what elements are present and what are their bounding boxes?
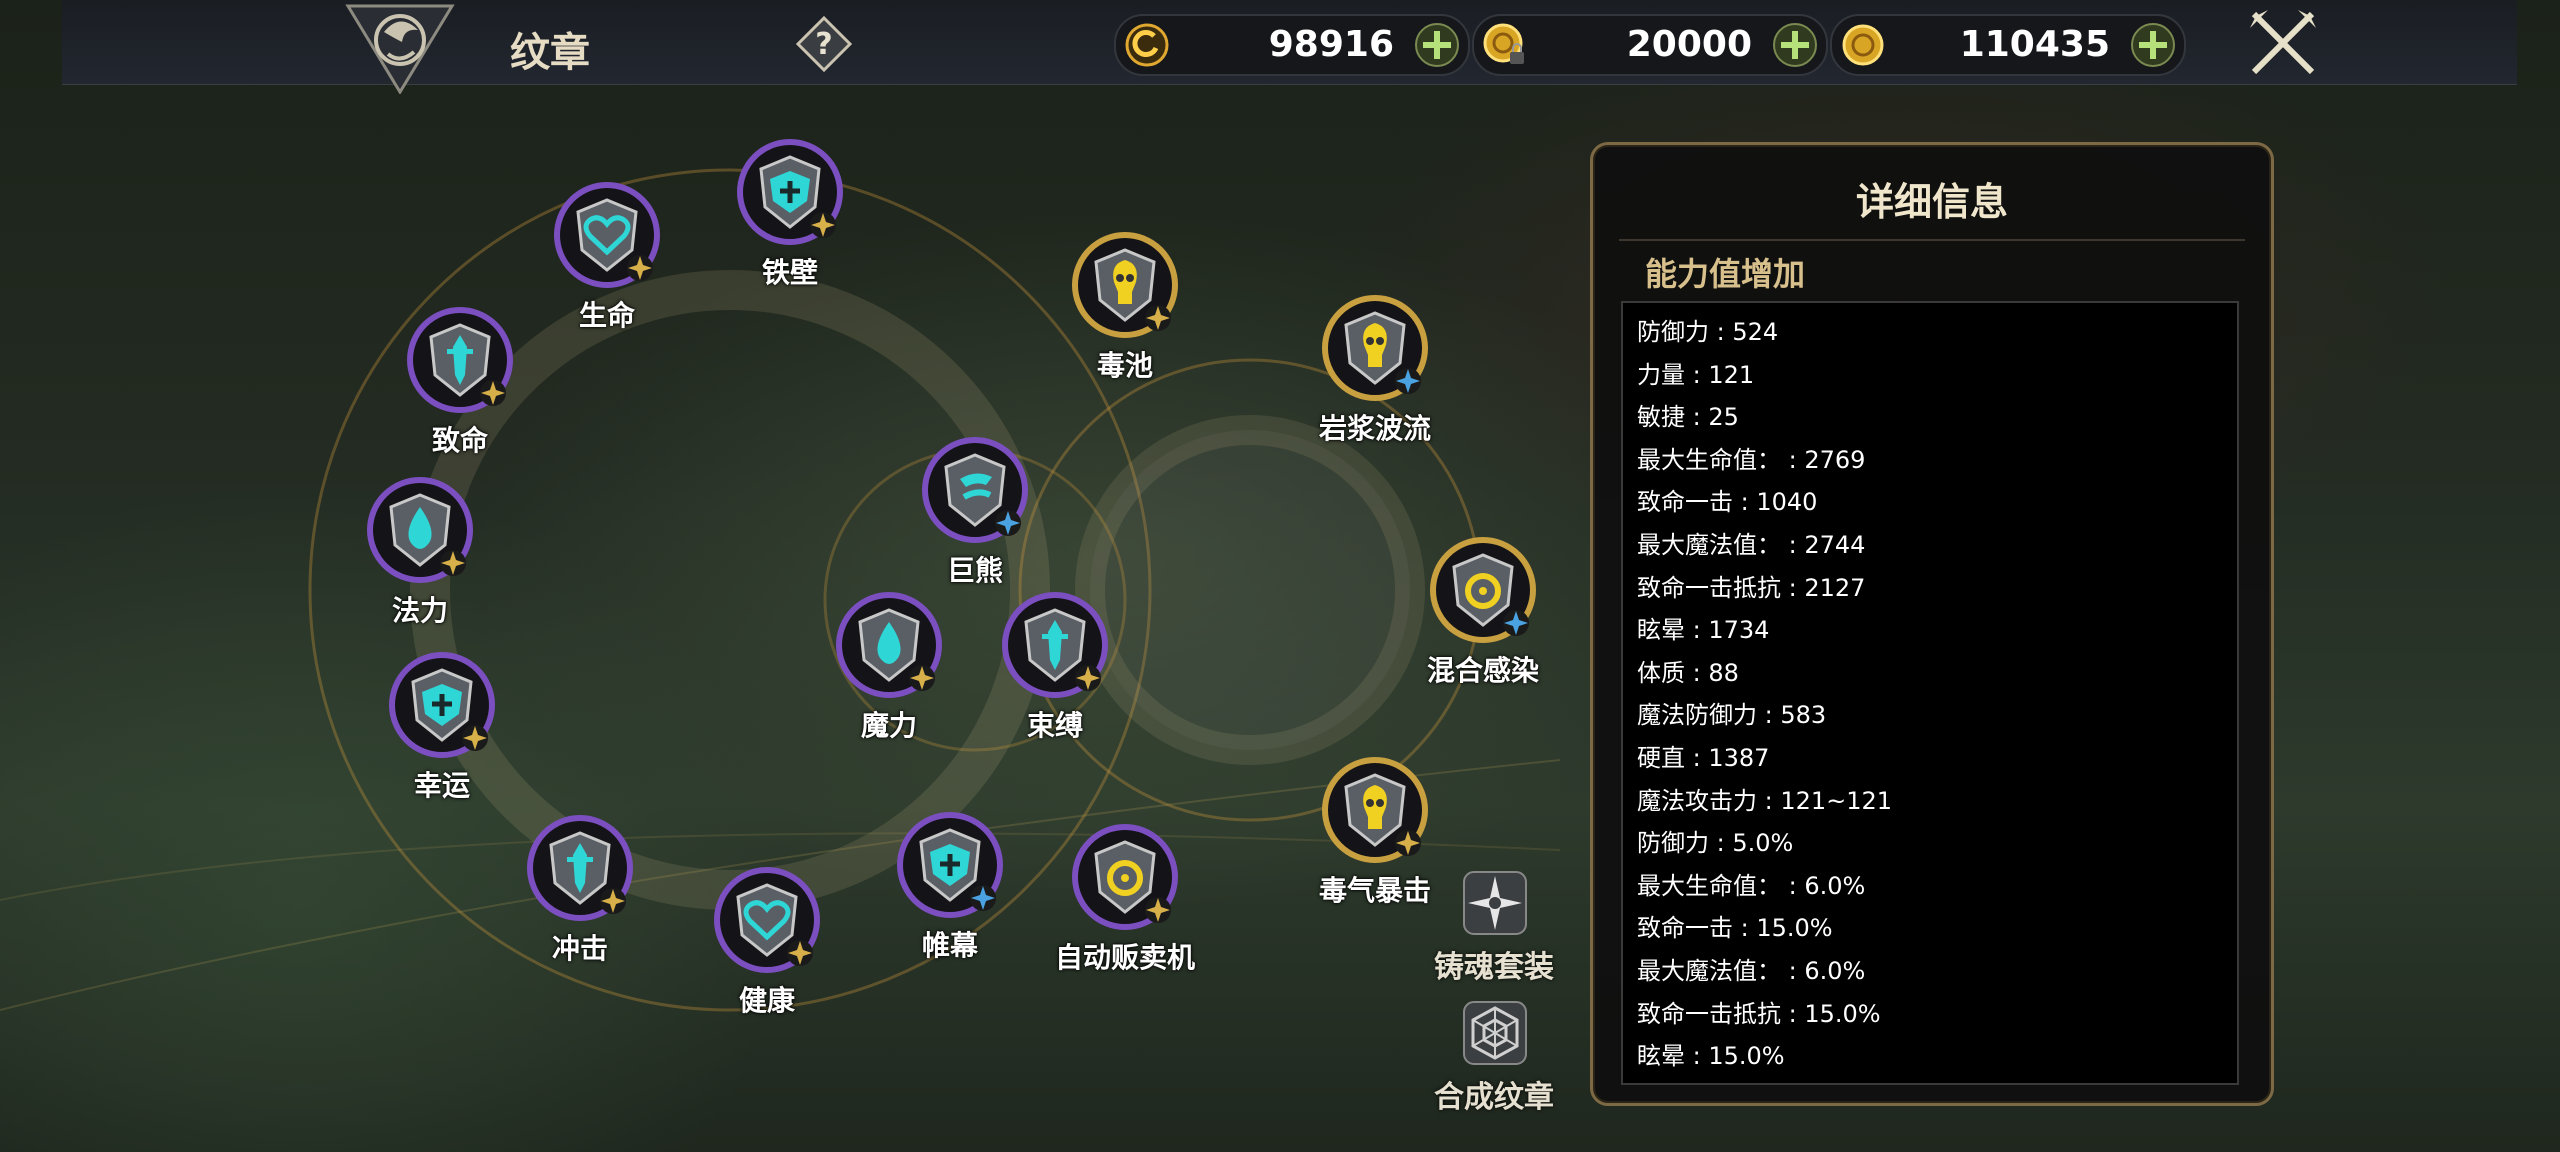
emblem-icon [1322, 757, 1428, 863]
emblem-icon [714, 867, 820, 973]
star-badge-icon [1503, 610, 1529, 636]
detail-panel: 详细信息 能力值增加 防御力 : 524 力量 : 121 敏捷 : 25 最大生命值… [1590, 142, 2274, 1106]
question-icon[interactable]: ? [796, 16, 852, 72]
page-title: 纹章 [510, 30, 590, 76]
stat-line: 防御力 : 5.0% [1637, 829, 1794, 858]
divider [1619, 239, 2245, 241]
add-currency-button[interactable] [1772, 22, 1818, 68]
combine-emblem-label: 合成纹章 [1434, 1080, 1554, 1115]
emblem-label: 混合感染 [1426, 654, 1539, 687]
star-badge-icon [1145, 305, 1171, 331]
swirl-coin-icon [1125, 23, 1169, 67]
stat-line: 最大魔法值： : 6.0% [1637, 956, 1866, 985]
emblem-label: 健康 [738, 984, 795, 1017]
panel-title: 详细信息 [1855, 180, 2008, 224]
star-badge-icon [909, 665, 935, 691]
star-badge-icon [1395, 368, 1421, 394]
emblem-label: 法力 [391, 594, 448, 627]
stat-line: 体质 : 88 [1637, 658, 1739, 687]
stats-list[interactable]: 防御力 : 524 力量 : 121 敏捷 : 25 最大生命值： : 2769 致命一… [1621, 301, 2239, 1085]
emblem-icon [1322, 295, 1428, 401]
star-badge-icon [970, 885, 996, 911]
emblem-label: 岩浆波流 [1318, 412, 1431, 445]
currency-amount: 20000 [1626, 24, 1752, 65]
emblem-icon [922, 437, 1028, 543]
emblem-icon [389, 652, 495, 758]
stat-line: 致命一击抵抗 : 2127 [1637, 573, 1866, 602]
soul-set-label: 铸魂套装 [1434, 950, 1554, 985]
currency-gold: 110435 [1830, 14, 2186, 76]
top-bar: 纹章 ? 98916 20000 110435 [62, 0, 2517, 94]
emblem-icon [367, 477, 473, 583]
emblem-icon [527, 815, 633, 921]
emblem-icon [1072, 232, 1178, 338]
emblem-label: 铁壁 [761, 256, 818, 289]
stat-line: 硬直 : 1387 [1637, 743, 1770, 772]
add-currency-button[interactable] [2130, 22, 2176, 68]
star-badge-icon [810, 212, 836, 238]
dragon-emblem-icon [345, 4, 455, 94]
stat-line: 致命一击抵抗 : 15.0% [1637, 999, 1881, 1028]
star-badge-icon [480, 380, 506, 406]
emblem-icon [554, 182, 660, 288]
emblem-label: 束缚 [1026, 709, 1083, 742]
stat-line: 最大魔法值： : 2744 [1637, 530, 1866, 559]
emblem-icon [1002, 592, 1108, 698]
emblem-icon [407, 307, 513, 413]
panel-subtitle: 能力值增加 [1645, 255, 1806, 293]
stat-line: 魔法攻击力 : 121~121 [1637, 786, 1893, 815]
currency-amount: 110435 [1959, 24, 2110, 65]
star-badge-icon [440, 550, 466, 576]
stat-line: 最大生命值： : 6.0% [1637, 871, 1866, 900]
emblem-label: 致命 [431, 424, 488, 457]
star-badge-icon [627, 255, 653, 281]
star-badge-icon [995, 510, 1021, 536]
emblem-label: 冲击 [551, 932, 608, 965]
emblem-icon [1430, 537, 1536, 643]
star-badge-icon [600, 888, 626, 914]
emblem-label: 毒池 [1096, 349, 1153, 382]
emblem-icon [836, 592, 942, 698]
stat-line: 致命一击 : 1040 [1637, 488, 1818, 517]
currency-locked-gold: 20000 [1472, 14, 1828, 76]
emblem-label: 巨熊 [946, 554, 1003, 587]
crossed-swords-close-icon[interactable] [2246, 6, 2320, 80]
star-badge-icon [462, 725, 488, 751]
gold-coin-icon [1842, 24, 1884, 66]
currency-amount: 98916 [1268, 24, 1394, 65]
web-emblem-icon [1463, 1001, 1527, 1065]
stat-line: 防御力 : 524 [1637, 318, 1779, 346]
add-currency-button[interactable] [1414, 22, 1460, 68]
emblem-label: 自动贩卖机 [1054, 941, 1195, 974]
compass-star-icon [1463, 871, 1527, 935]
stat-line: 眩晕 : 1734 [1637, 616, 1770, 645]
stat-line: 魔法防御力 : 583 [1637, 701, 1827, 730]
stat-line: 敏捷 : 25 [1637, 403, 1739, 432]
emblem-icon [1072, 824, 1178, 930]
star-badge-icon [787, 940, 813, 966]
locked-gold-coin-icon [1483, 23, 1524, 64]
emblem-icon [897, 812, 1003, 918]
star-badge-icon [1075, 665, 1101, 691]
stat-line: 眩晕 : 15.0% [1637, 1042, 1785, 1071]
star-badge-icon [1145, 897, 1171, 923]
emblem-icon [737, 139, 843, 245]
star-badge-icon [1395, 830, 1421, 856]
emblem-label: 幸运 [413, 769, 470, 802]
stat-line: 最大生命值： : 2769 [1637, 445, 1866, 474]
stat-line: 致命一击 : 15.0% [1637, 914, 1833, 943]
stat-line: 力量 : 121 [1637, 360, 1755, 389]
svg-text:?: ? [815, 27, 832, 62]
currency-soul: 98916 [1114, 14, 1470, 76]
